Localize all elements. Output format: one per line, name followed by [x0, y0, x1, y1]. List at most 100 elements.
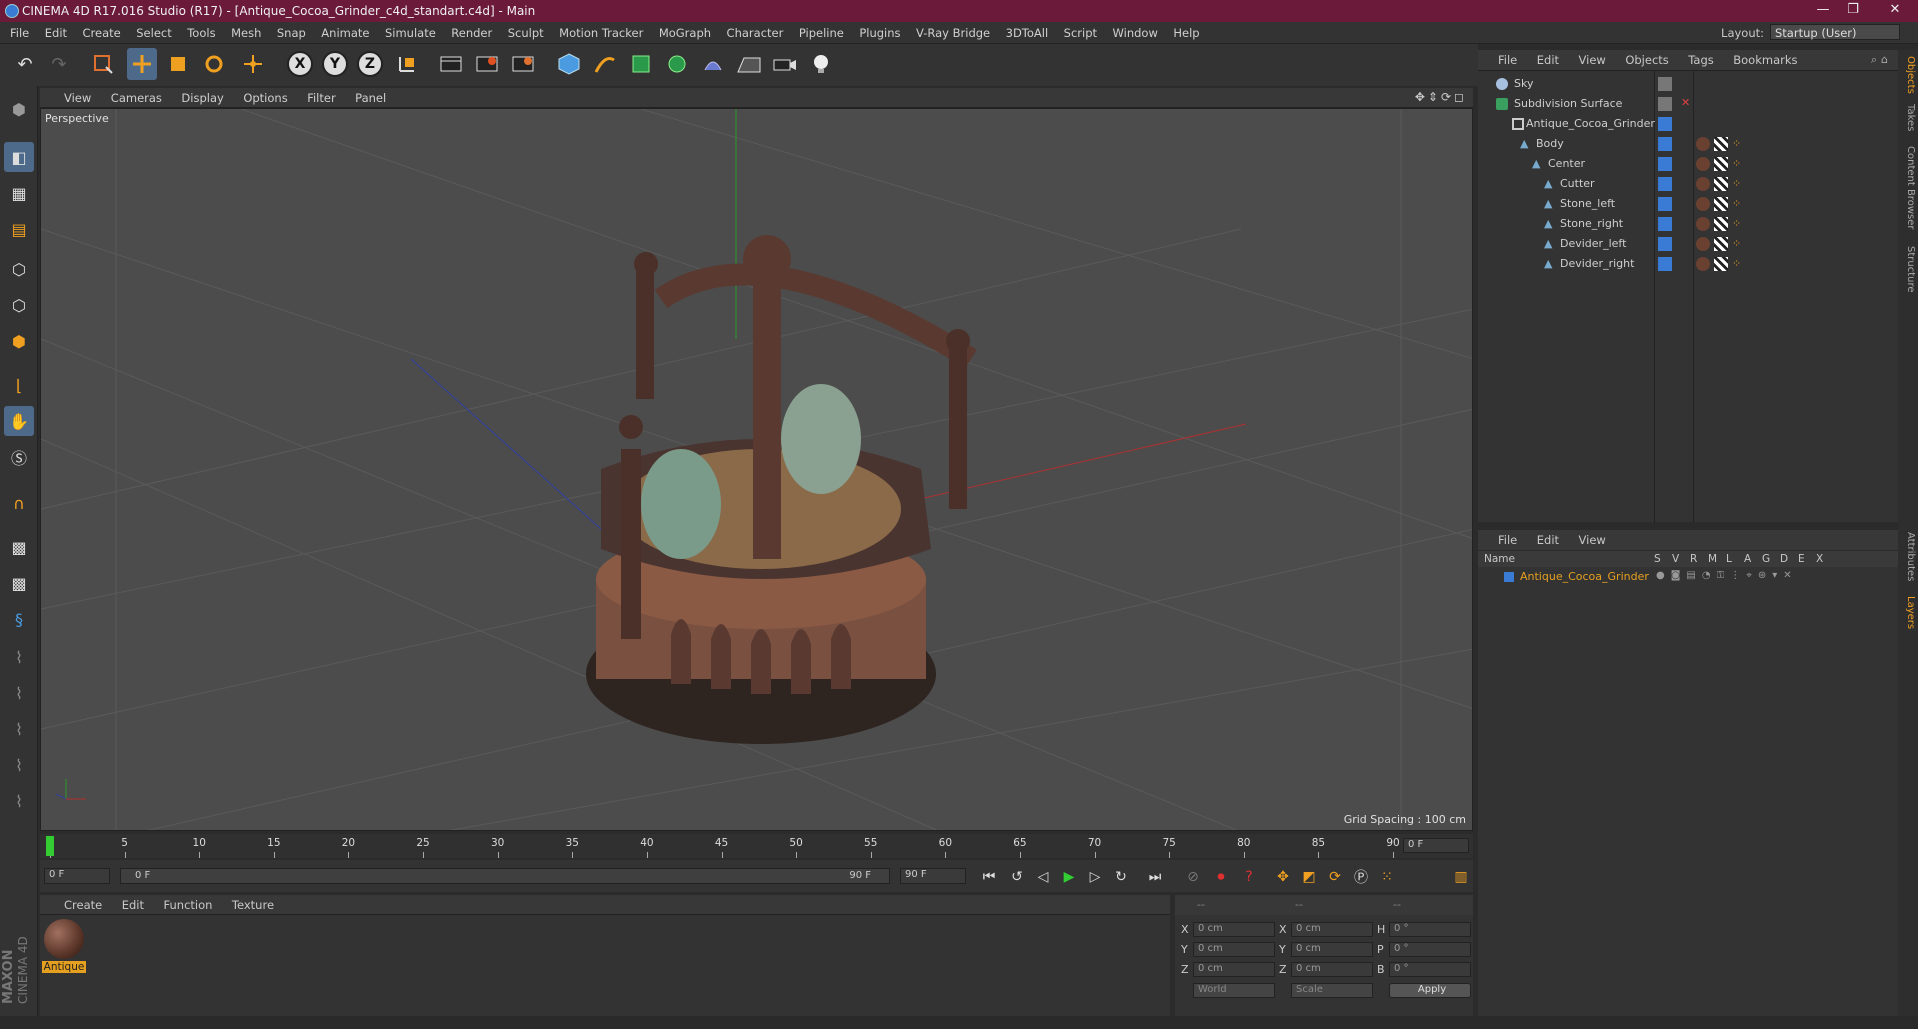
key-parameter-icon[interactable]: Ⓟ — [1350, 866, 1372, 888]
viewport-menu-display[interactable]: Display — [173, 88, 231, 105]
move-tool-icon[interactable] — [127, 48, 157, 80]
material-tag-icon[interactable] — [1696, 217, 1710, 231]
rotation-h-field[interactable]: 0 ° — [1389, 922, 1471, 937]
layer-menu-file[interactable]: File — [1478, 530, 1525, 547]
camera-icon[interactable] — [770, 48, 800, 80]
redo-icon[interactable]: ↷ — [44, 48, 74, 80]
object-row-body[interactable]: ▲ Body ⁘ — [1478, 134, 1898, 154]
layout-dropdown[interactable]: Startup (User) — [1770, 24, 1900, 40]
apply-button[interactable]: Apply — [1389, 983, 1471, 998]
record-keys-icon[interactable]: ⊘ — [1182, 866, 1204, 888]
z-axis-lock-button[interactable]: Z — [355, 48, 385, 80]
texture-tag-icon[interactable] — [1714, 157, 1728, 171]
light-icon[interactable] — [806, 48, 836, 80]
material-menu-texture[interactable]: Texture — [224, 895, 282, 912]
viewport-menu-options[interactable]: Options — [235, 88, 295, 105]
menu-mograph[interactable]: MoGraph — [653, 22, 717, 40]
menu-sculpt[interactable]: Sculpt — [502, 22, 550, 40]
play-icon[interactable]: ▶ — [1058, 866, 1080, 888]
coordinate-system-icon[interactable] — [392, 48, 422, 80]
rotate-tool-icon[interactable] — [199, 48, 229, 80]
planar-workplane-icon[interactable]: ▩ — [4, 568, 34, 598]
keyframe-selection-icon[interactable]: ? — [1238, 866, 1260, 888]
tab-takes[interactable]: Takes — [1900, 104, 1916, 131]
phong-tag-icon[interactable]: ⁘ — [1732, 157, 1746, 171]
object-menu-objects[interactable]: Objects — [1617, 50, 1676, 67]
object-menu-tags[interactable]: Tags — [1680, 50, 1721, 67]
disabled-x-icon[interactable]: ✕ — [1681, 96, 1690, 109]
render-settings-icon[interactable] — [508, 48, 538, 80]
previous-frame-icon[interactable]: ◁ — [1032, 866, 1054, 888]
material-tag-icon[interactable] — [1696, 157, 1710, 171]
model-mode-icon[interactable]: ◧ — [4, 142, 34, 172]
layer-menu-view[interactable]: View — [1571, 530, 1614, 547]
menu-plugins[interactable]: Plugins — [853, 22, 906, 40]
phong-tag-icon[interactable]: ⁘ — [1732, 237, 1746, 251]
end-frame-field[interactable]: 90 F — [900, 868, 966, 884]
material-tag-icon[interactable] — [1696, 237, 1710, 251]
texture-tag-icon[interactable] — [1714, 237, 1728, 251]
viewport-menu-panel[interactable]: Panel — [347, 88, 394, 105]
scale-mode-dropdown[interactable]: Scale — [1291, 983, 1373, 998]
start-frame-field[interactable]: 0 F — [44, 868, 110, 884]
object-row-cutter[interactable]: ▲ Cutter ⁘ — [1478, 174, 1898, 194]
go-to-end-icon[interactable]: ⏭ — [1144, 866, 1166, 888]
timeline-playhead[interactable] — [46, 836, 54, 856]
menu-edit[interactable]: Edit — [39, 22, 73, 40]
phong-tag-icon[interactable]: ⁘ — [1732, 217, 1746, 231]
object-menu-file[interactable]: File — [1478, 50, 1525, 67]
paint-tool-icon[interactable]: ⌇ — [4, 786, 34, 816]
material-menu-create[interactable]: Create — [40, 895, 110, 912]
tweak-mode-icon[interactable]: ✋ — [4, 406, 34, 436]
menu-render[interactable]: Render — [445, 22, 498, 40]
position-x-field[interactable]: 0 cm — [1193, 922, 1275, 937]
menu-vray-bridge[interactable]: V-Ray Bridge — [910, 22, 996, 40]
previous-key-icon[interactable]: ↺ — [1006, 866, 1028, 888]
object-row-subdivision-surface[interactable]: Subdivision Surface ✕ — [1478, 94, 1898, 114]
object-menu-edit[interactable]: Edit — [1529, 50, 1567, 67]
current-frame-field[interactable]: 0 F — [1403, 838, 1469, 853]
3d-viewport[interactable]: Perspective Grid Spacing : 100 cm — [40, 108, 1473, 831]
deformer-icon[interactable] — [698, 48, 728, 80]
object-row-stone-right[interactable]: ▲ Stone_right ⁘ — [1478, 214, 1898, 234]
undo-icon[interactable]: ↶ — [10, 48, 40, 80]
menu-animate[interactable]: Animate — [315, 22, 375, 40]
texture-tag-icon[interactable] — [1714, 197, 1728, 211]
autokey-icon[interactable]: ⏺ — [1210, 866, 1232, 888]
menu-script[interactable]: Script — [1058, 22, 1103, 40]
python-icon[interactable]: § — [4, 604, 34, 634]
object-row-center[interactable]: ▲ Center ⁘ — [1478, 154, 1898, 174]
polygons-mode-icon[interactable]: ⬢ — [4, 326, 34, 356]
position-y-field[interactable]: 0 cm — [1193, 942, 1275, 957]
menu-select[interactable]: Select — [130, 22, 177, 40]
tab-layers[interactable]: Layers — [1900, 596, 1916, 629]
menu-file[interactable]: File — [0, 22, 35, 40]
make-editable-icon[interactable]: ⬢ — [4, 94, 34, 124]
viewport-menu-view[interactable]: View — [40, 88, 99, 105]
menu-mesh[interactable]: Mesh — [225, 22, 267, 40]
key-rotation-icon[interactable]: ⟳ — [1324, 866, 1346, 888]
frame-range-slider[interactable]: 0 F 90 F — [120, 868, 890, 884]
menu-character[interactable]: Character — [721, 22, 790, 40]
material-tag-icon[interactable] — [1696, 257, 1710, 271]
viewport-navigation-icons[interactable]: ✥⇕⟳◻ — [1415, 90, 1467, 104]
sculpt-tool-icon[interactable]: ⌇ — [4, 750, 34, 780]
material-tag-icon[interactable] — [1696, 177, 1710, 191]
phong-tag-icon[interactable]: ⁘ — [1732, 137, 1746, 151]
tab-structure[interactable]: Structure — [1900, 246, 1916, 293]
material-menu-edit[interactable]: Edit — [114, 895, 152, 912]
object-row-devider-right[interactable]: ▲ Devider_right ⁘ — [1478, 254, 1898, 274]
phong-tag-icon[interactable]: ⁘ — [1732, 177, 1746, 191]
floor-environment-icon[interactable] — [734, 48, 764, 80]
key-position-icon[interactable]: ✥ — [1272, 866, 1294, 888]
maximize-button[interactable]: ❐ — [1838, 2, 1868, 20]
rotation-p-field[interactable]: 0 ° — [1389, 942, 1471, 957]
axis-mode-icon[interactable]: ⌊ — [4, 370, 34, 400]
cube-primitive-icon[interactable] — [554, 48, 584, 80]
tab-attributes[interactable]: Attributes — [1900, 532, 1916, 581]
texture-tag-icon[interactable] — [1714, 217, 1728, 231]
next-key-icon[interactable]: ↻ — [1110, 866, 1132, 888]
menu-motion-tracker[interactable]: Motion Tracker — [553, 22, 649, 40]
object-row-stone-left[interactable]: ▲ Stone_left ⁘ — [1478, 194, 1898, 214]
brush-tool-icon[interactable]: ⌇ — [4, 642, 34, 672]
